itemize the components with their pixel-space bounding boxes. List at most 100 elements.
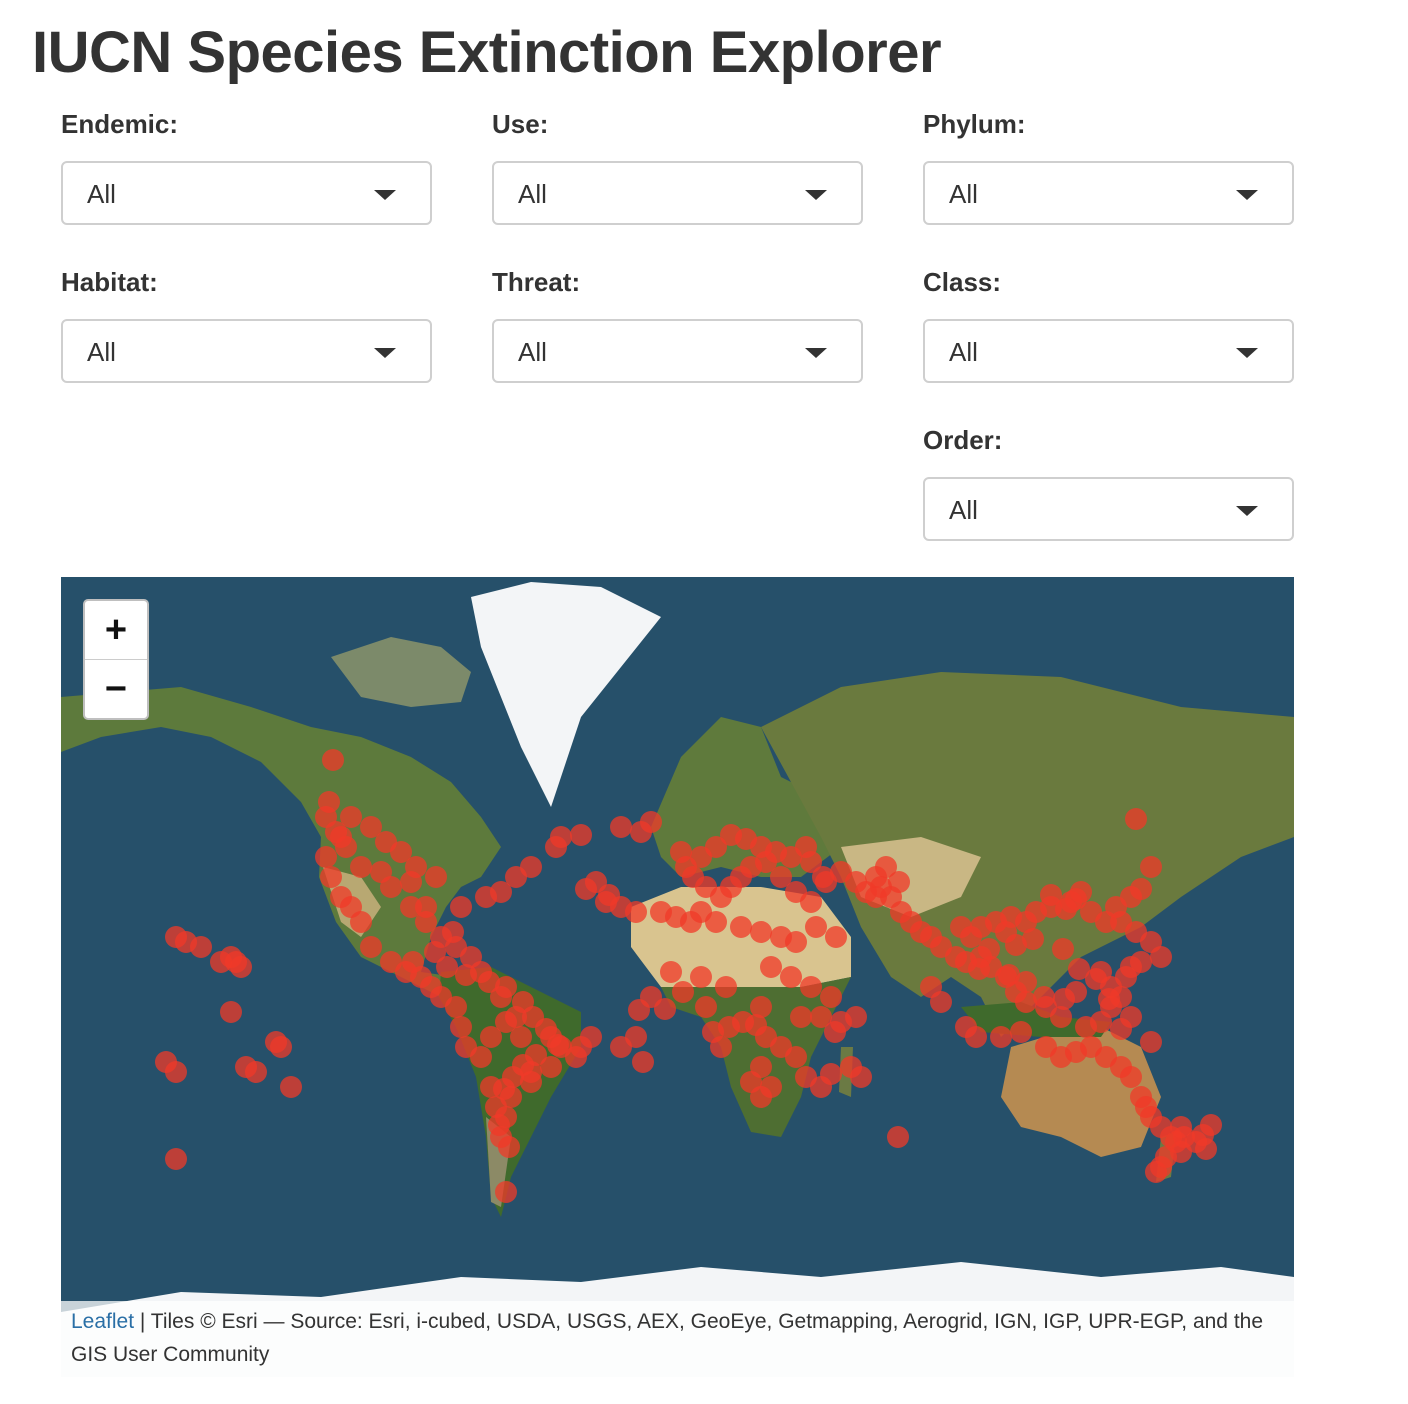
occurrence-marker[interactable]	[800, 891, 822, 913]
occurrence-marker[interactable]	[190, 936, 212, 958]
occurrence-marker[interactable]	[520, 856, 542, 878]
occurrence-marker[interactable]	[550, 826, 572, 848]
occurrence-marker[interactable]	[436, 956, 458, 978]
endemic-select[interactable]: All	[61, 161, 432, 225]
occurrence-marker[interactable]	[280, 1076, 302, 1098]
order-select[interactable]: All	[923, 477, 1294, 541]
occurrence-marker[interactable]	[330, 826, 352, 848]
occurrence-marker[interactable]	[695, 996, 717, 1018]
occurrence-marker[interactable]	[495, 976, 517, 998]
occurrence-marker[interactable]	[370, 861, 392, 883]
occurrence-marker[interactable]	[245, 1061, 267, 1083]
occurrence-marker[interactable]	[785, 931, 807, 953]
occurrence-marker[interactable]	[1052, 938, 1074, 960]
occurrence-marker[interactable]	[1173, 1126, 1195, 1148]
threat-select[interactable]: All	[492, 319, 863, 383]
occurrence-marker[interactable]	[547, 1034, 569, 1056]
occurrence-marker[interactable]	[654, 998, 676, 1020]
zoom-in-button[interactable]: +	[85, 601, 147, 660]
occurrence-marker[interactable]	[610, 816, 632, 838]
occurrence-marker[interactable]	[760, 956, 782, 978]
occurrence-marker[interactable]	[455, 964, 477, 986]
occurrence-marker[interactable]	[1010, 1021, 1032, 1043]
occurrence-marker[interactable]	[575, 878, 597, 900]
occurrence-marker[interactable]	[625, 901, 647, 923]
occurrence-marker[interactable]	[745, 1014, 767, 1036]
occurrence-marker[interactable]	[322, 749, 344, 771]
occurrence-marker[interactable]	[155, 1051, 177, 1073]
occurrence-marker[interactable]	[318, 791, 340, 813]
occurrence-marker[interactable]	[1125, 808, 1147, 830]
habitat-select[interactable]: All	[61, 319, 432, 383]
occurrence-marker[interactable]	[450, 896, 472, 918]
occurrence-marker[interactable]	[1033, 986, 1055, 1008]
occurrence-marker[interactable]	[1040, 884, 1062, 906]
occurrence-marker[interactable]	[715, 976, 737, 998]
occurrence-marker[interactable]	[990, 1026, 1012, 1048]
occurrence-marker[interactable]	[800, 976, 822, 998]
occurrence-marker[interactable]	[845, 1006, 867, 1028]
world-map[interactable]: + − Leaflet | Tiles © Esri — Source: Esr…	[61, 577, 1294, 1377]
occurrence-marker[interactable]	[1150, 946, 1172, 968]
occurrence-marker[interactable]	[930, 991, 952, 1013]
zoom-out-button[interactable]: −	[85, 660, 147, 718]
occurrence-marker[interactable]	[340, 806, 362, 828]
occurrence-marker[interactable]	[1065, 981, 1087, 1003]
occurrence-marker[interactable]	[470, 1046, 492, 1068]
occurrence-marker[interactable]	[780, 966, 802, 988]
occurrence-marker[interactable]	[1075, 1016, 1097, 1038]
occurrence-marker[interactable]	[1120, 1006, 1142, 1028]
occurrence-marker[interactable]	[805, 916, 827, 938]
occurrence-marker[interactable]	[740, 1071, 762, 1093]
occurrence-marker[interactable]	[660, 961, 682, 983]
occurrence-marker[interactable]	[610, 1036, 632, 1058]
occurrence-marker[interactable]	[495, 1181, 517, 1203]
occurrence-marker[interactable]	[442, 921, 464, 943]
occurrence-marker[interactable]	[887, 1126, 909, 1148]
occurrence-marker[interactable]	[510, 1026, 532, 1048]
occurrence-marker[interactable]	[640, 811, 662, 833]
occurrence-marker[interactable]	[360, 936, 382, 958]
occurrence-marker[interactable]	[965, 1026, 987, 1048]
occurrence-marker[interactable]	[315, 846, 337, 868]
phylum-select[interactable]: All	[923, 161, 1294, 225]
occurrence-marker[interactable]	[1085, 968, 1107, 990]
use-select[interactable]: All	[492, 161, 863, 225]
occurrence-marker[interactable]	[978, 938, 1000, 960]
occurrence-marker[interactable]	[165, 1148, 187, 1170]
occurrence-marker[interactable]	[675, 856, 697, 878]
occurrence-marker[interactable]	[995, 921, 1017, 943]
occurrence-marker[interactable]	[730, 916, 752, 938]
occurrence-marker[interactable]	[225, 951, 247, 973]
occurrence-marker[interactable]	[690, 966, 712, 988]
occurrence-marker[interactable]	[820, 986, 842, 1008]
occurrence-marker[interactable]	[785, 1046, 807, 1068]
occurrence-marker[interactable]	[1195, 1138, 1217, 1160]
occurrence-marker[interactable]	[488, 1114, 510, 1136]
occurrence-marker[interactable]	[425, 866, 447, 888]
occurrence-marker[interactable]	[1015, 971, 1037, 993]
occurrence-marker[interactable]	[968, 958, 990, 980]
occurrence-marker[interactable]	[498, 1136, 520, 1158]
occurrence-marker[interactable]	[402, 951, 424, 973]
occurrence-marker[interactable]	[800, 851, 822, 873]
occurrence-marker[interactable]	[632, 1051, 654, 1073]
class-select[interactable]: All	[923, 319, 1294, 383]
occurrence-marker[interactable]	[1140, 1031, 1162, 1053]
occurrence-marker[interactable]	[350, 856, 372, 878]
occurrence-marker[interactable]	[220, 1001, 242, 1023]
occurrence-marker[interactable]	[1200, 1114, 1222, 1136]
occurrence-marker[interactable]	[1130, 878, 1152, 900]
occurrence-marker[interactable]	[750, 921, 772, 943]
leaflet-link[interactable]: Leaflet	[71, 1310, 134, 1333]
occurrence-marker[interactable]	[350, 911, 372, 933]
occurrence-marker[interactable]	[400, 871, 422, 893]
occurrence-marker[interactable]	[810, 1076, 832, 1098]
occurrence-marker[interactable]	[850, 1066, 872, 1088]
occurrence-marker[interactable]	[825, 926, 847, 948]
occurrence-marker[interactable]	[1120, 1066, 1142, 1088]
occurrence-marker[interactable]	[450, 1016, 472, 1038]
occurrence-marker[interactable]	[1098, 988, 1120, 1010]
occurrence-marker[interactable]	[570, 824, 592, 846]
occurrence-marker[interactable]	[790, 1006, 812, 1028]
